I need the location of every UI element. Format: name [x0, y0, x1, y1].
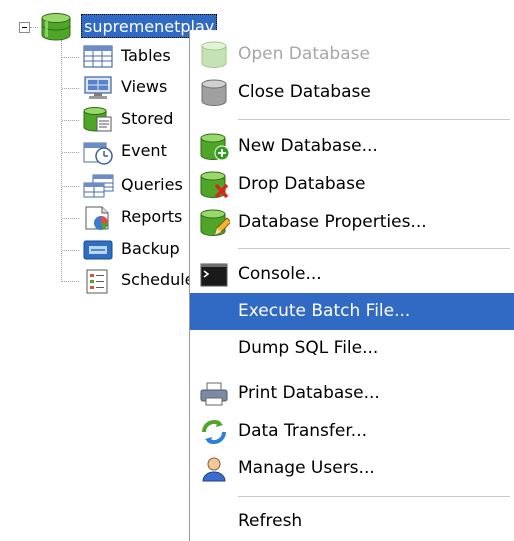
close-database-icon [198, 79, 230, 107]
open-database-icon [198, 41, 230, 69]
table-icon [81, 44, 115, 70]
menu-item-close-database[interactable]: Close Database [190, 74, 514, 111]
context-menu: Open Database Close Database New Databas… [189, 30, 514, 541]
tree-item-label: Views [121, 77, 168, 96]
menu-separator [238, 496, 510, 497]
view-icon [81, 75, 115, 101]
menu-separator [238, 119, 510, 120]
menu-item-database-properties[interactable]: Database Properties... [190, 204, 514, 241]
menu-item-console[interactable]: Console... [190, 256, 514, 293]
tree-item-queries[interactable]: Queries [81, 171, 191, 201]
console-icon [198, 261, 230, 289]
tree-connector-line [62, 88, 79, 89]
tree-connector-line [30, 27, 38, 28]
database-properties-icon [198, 209, 232, 237]
tree-item-label: Queries [121, 175, 183, 194]
menu-item-print-database[interactable]: Print Database... [190, 375, 514, 412]
tree-connector-line [62, 57, 79, 58]
tree-connector-line [62, 250, 79, 251]
menu-item-drop-database[interactable]: Drop Database [190, 166, 514, 203]
tree-item-backup[interactable]: Backup [81, 235, 191, 265]
database-icon [39, 13, 73, 46]
tree-item-tables[interactable]: Tables [81, 42, 191, 72]
menu-item-manage-users[interactable]: Manage Users... [190, 450, 514, 487]
event-icon [81, 139, 115, 165]
schedule-icon [81, 268, 115, 294]
tree-connector-line [62, 281, 79, 282]
tree-item-stored[interactable]: Stored [81, 105, 191, 135]
tree-connector-line [62, 152, 79, 153]
tree-item-label: Stored [121, 109, 174, 128]
menu-item-data-transfer[interactable]: Data Transfer... [190, 413, 514, 450]
stored-procedure-icon [81, 107, 115, 133]
tree-connector-line [62, 218, 79, 219]
report-icon [81, 205, 115, 231]
query-icon [81, 173, 115, 199]
tree-item-views[interactable]: Views [81, 73, 191, 103]
drop-database-icon [198, 171, 230, 199]
tree-item-schedule[interactable]: Schedule [81, 266, 191, 296]
new-database-icon [198, 133, 230, 161]
tree-item-reports[interactable]: Reports [81, 203, 191, 233]
printer-icon [198, 380, 230, 408]
menu-item-execute-batch-file[interactable]: Execute Batch File... [190, 293, 514, 330]
menu-item-dump-sql-file[interactable]: Dump SQL File... [190, 330, 514, 367]
backup-icon [81, 237, 115, 263]
tree-connector-line [61, 40, 62, 282]
collapse-toggle[interactable] [19, 22, 30, 33]
users-icon [198, 455, 230, 483]
menu-item-open-database[interactable]: Open Database [190, 36, 514, 73]
tree-item-label: Event [121, 141, 167, 160]
menu-item-refresh[interactable]: Refresh [190, 503, 514, 540]
tree-item-label: Schedule [121, 270, 191, 289]
tree-item-label: Tables [121, 46, 171, 65]
navigator-window: supremenetplay Tables Views Stored Event… [0, 0, 514, 541]
tree-item-label: Backup [121, 239, 180, 258]
menu-item-new-database[interactable]: New Database... [190, 128, 514, 165]
tree-connector-line [62, 120, 79, 121]
data-transfer-icon [198, 418, 230, 446]
tree-item-event[interactable]: Event [81, 137, 191, 167]
menu-separator [238, 248, 510, 249]
tree-connector-line [62, 186, 79, 187]
tree-item-label: Reports [121, 207, 183, 226]
